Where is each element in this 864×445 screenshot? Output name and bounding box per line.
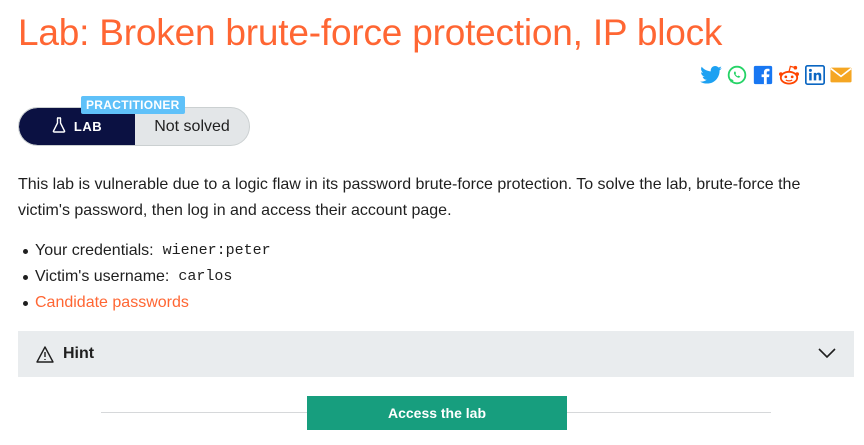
list-item: Your credentials: wiener:peter [18,238,271,264]
bullet [23,274,28,280]
facebook-icon[interactable] [752,65,774,85]
warning-icon [36,345,54,363]
page-title: Lab: Broken brute-force protection, IP b… [18,12,723,53]
list-item: Candidate passwords [18,290,271,316]
reddit-icon[interactable] [778,65,800,85]
access-lab-button[interactable]: Access the lab [307,396,567,430]
list-item: Victim's username: carlos [18,264,271,290]
hint-label: Hint [63,345,95,362]
victim-username-label: Victim's username: [35,268,170,285]
credentials-value: wiener:peter [162,242,271,259]
victim-username-value: carlos [178,268,233,285]
lab-description: This lab is vulnerable due to a logic fl… [18,176,801,219]
credentials-label: Your credentials: [35,242,154,259]
credentials-list: Your credentials: wiener:peter Victim's … [18,238,271,316]
level-badge: PRACTITIONER [81,96,185,114]
flask-icon [52,117,66,136]
share-icons [700,65,852,85]
twitter-icon[interactable] [700,65,722,85]
linkedin-icon[interactable] [804,65,826,85]
whatsapp-icon[interactable] [726,65,748,85]
bullet [23,248,28,254]
chevron-down-icon[interactable] [818,346,836,364]
email-icon[interactable] [830,65,852,85]
lab-label: LAB [73,119,103,134]
candidate-passwords-link[interactable]: Candidate passwords [35,290,189,316]
hint-accordion[interactable]: Hint [18,331,854,377]
bullet [23,300,28,306]
